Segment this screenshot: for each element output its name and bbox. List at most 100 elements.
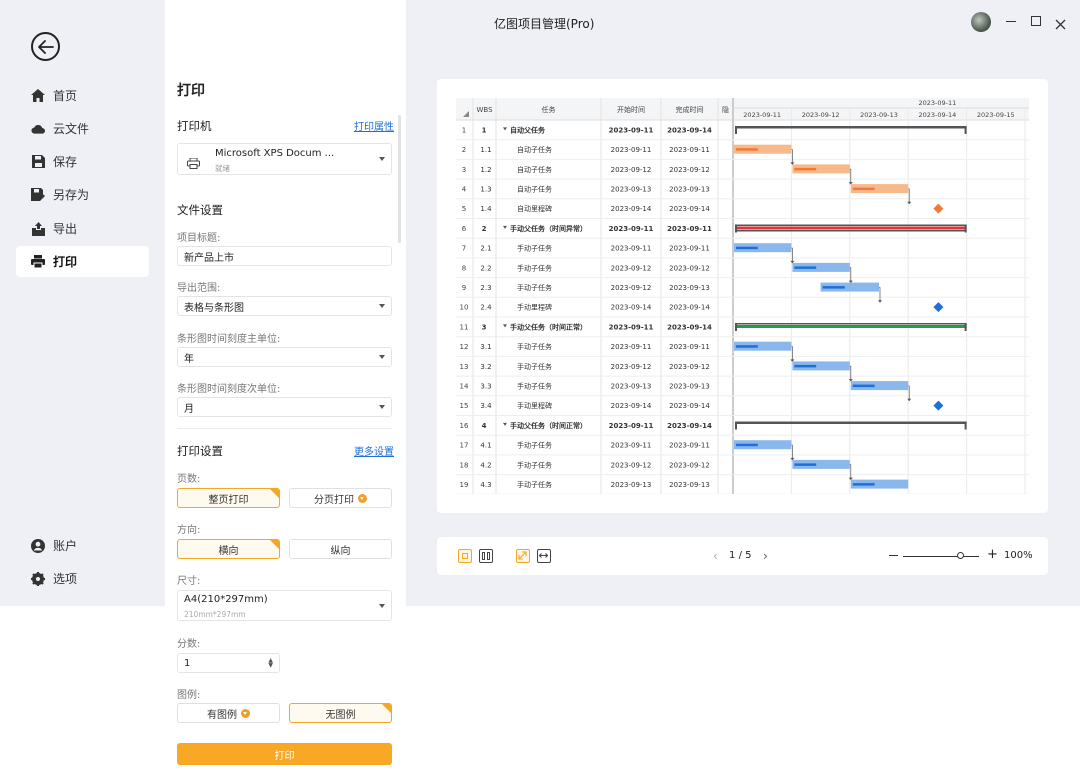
account-icon — [31, 538, 45, 553]
export-range-select[interactable]: 表格与条形图 — [177, 296, 392, 316]
print-button[interactable]: 打印 — [177, 743, 392, 765]
row-number: 16 — [460, 422, 469, 430]
dependency-connector — [879, 287, 881, 302]
minor-unit-select[interactable]: 月 — [177, 397, 392, 417]
row-wbs: 4.1 — [480, 442, 491, 450]
minimize-icon[interactable] — [1006, 21, 1016, 23]
full-page-print-option[interactable]: 整页打印 — [177, 488, 280, 508]
page-current: 1 — [729, 550, 736, 561]
page-separator: / — [738, 550, 742, 561]
row-start-date: 2023-09-13 — [611, 481, 652, 489]
nav-item-label: 另存为 — [53, 188, 90, 202]
row-wbs: 1.1 — [480, 146, 491, 154]
nav-item-label: 选项 — [53, 572, 78, 586]
row-number: 9 — [462, 284, 466, 292]
arrow-left-icon — [37, 39, 54, 54]
row-start-date: 2023-09-12 — [611, 264, 652, 272]
row-finish-date: 2023-09-14 — [667, 323, 712, 331]
row-finish-date: 2023-09-11 — [669, 146, 710, 154]
zoom-in-icon[interactable]: + — [987, 548, 998, 562]
page-indicator: 1 / 5 — [729, 550, 752, 561]
row-finish-date: 2023-09-12 — [669, 363, 710, 371]
print-settings-title: 打印设置 — [177, 444, 223, 458]
chevron-down-icon — [379, 157, 385, 161]
row-number: 14 — [460, 382, 469, 390]
avatar[interactable] — [971, 12, 991, 32]
portrait-option[interactable]: 纵向 — [289, 539, 392, 559]
multi-page-view-icon[interactable] — [479, 549, 493, 563]
stepper-arrows-icon[interactable]: ▲ ▼ — [268, 658, 273, 669]
summary-bar — [735, 226, 967, 230]
more-settings-link[interactable]: 更多设置 — [354, 443, 394, 458]
collapse-chevron-icon — [503, 127, 507, 131]
prev-page-icon[interactable]: ‹ — [713, 549, 718, 563]
print-settings-panel: 打印 打印机 打印属性 Microsoft XPS Docum ... 就绪 文… — [165, 0, 406, 784]
nav-item-label: 首页 — [53, 89, 78, 103]
zoom-slider-thumb[interactable] — [956, 552, 964, 559]
paper-size-value: A4(210*297mm) — [184, 594, 268, 605]
row-number: 4 — [462, 185, 467, 193]
zoom-slider[interactable] — [903, 555, 979, 557]
task-progress — [736, 345, 758, 348]
no-legend-option[interactable]: 无图例 — [289, 703, 392, 723]
maximize-icon[interactable] — [1031, 16, 1041, 26]
column-header: 任务 — [542, 105, 556, 114]
paged-print-option[interactable]: 分页打印 — [289, 488, 392, 508]
vip-badge-icon — [358, 493, 367, 503]
row-number: 10 — [460, 304, 469, 312]
nav-item-account[interactable]: 账户 — [16, 530, 149, 561]
task-progress — [794, 167, 817, 171]
row-wbs: 3.2 — [480, 363, 491, 371]
close-icon[interactable] — [1055, 15, 1066, 34]
paper-size-select[interactable]: A4(210*297mm) 210mm*297mm — [177, 590, 392, 621]
row-start-date: 2023-09-11 — [611, 442, 652, 450]
nav-item-export[interactable]: 导出 — [16, 213, 149, 244]
nav-item-home[interactable]: 首页 — [16, 80, 149, 111]
printer-properties-link[interactable]: 打印属性 — [354, 118, 394, 133]
landscape-option[interactable]: 横向 — [177, 539, 280, 559]
orientation-label: 方向: — [177, 525, 201, 536]
nav-item-cloud[interactable]: 云文件 — [16, 113, 149, 144]
row-finish-date: 2023-09-13 — [669, 481, 710, 489]
project-title-label: 项目标题: — [177, 233, 221, 244]
row-task-name: 手动子任务 — [517, 480, 552, 489]
row-task-name: 手动父任务（时间正常） — [510, 322, 587, 331]
nav-item-save[interactable]: 保存 — [16, 146, 149, 177]
nav-item-label: 云文件 — [53, 122, 90, 136]
task-progress — [736, 148, 758, 151]
row-wbs: 1.3 — [480, 185, 491, 193]
row-wbs: 2.4 — [480, 304, 492, 312]
nav-item-print[interactable]: 打印 — [16, 246, 149, 277]
task-progress — [736, 443, 758, 447]
project-title-input[interactable]: 新产品上市 — [177, 246, 392, 266]
panel-scrollbar[interactable] — [398, 115, 401, 243]
row-task-name: 自动子任务 — [517, 165, 552, 174]
fit-page-icon[interactable] — [516, 549, 530, 563]
row-task-name: 手动子任务 — [517, 263, 552, 272]
timeline-top-label: 2023-09-11 — [919, 99, 957, 107]
single-page-view-icon[interactable] — [458, 549, 472, 563]
next-page-icon[interactable]: › — [763, 549, 768, 563]
column-header: 完成时间 — [676, 105, 704, 114]
summary-bar-cap — [735, 421, 737, 430]
row-finish-date: 2023-09-11 — [667, 225, 712, 233]
zoom-out-icon[interactable] — [889, 555, 898, 557]
row-wbs: 4.3 — [480, 481, 491, 489]
row-task-name: 手动父任务（时间正常） — [510, 421, 587, 430]
row-start-date: 2023-09-11 — [611, 245, 652, 253]
nav-item-save-as[interactable]: 另存为 — [16, 179, 149, 210]
fit-width-icon[interactable] — [537, 549, 551, 563]
home-icon — [31, 89, 45, 103]
task-progress — [794, 463, 817, 466]
back-button[interactable] — [31, 32, 60, 61]
printer-section-title: 打印机 — [177, 119, 212, 133]
with-legend-option[interactable]: 有图例 — [177, 703, 280, 723]
printer-select[interactable]: Microsoft XPS Docum ... 就绪 — [177, 143, 392, 175]
row-number: 5 — [462, 205, 466, 213]
project-title-value: 新产品上市 — [184, 252, 234, 264]
major-unit-select[interactable]: 年 — [177, 347, 392, 367]
row-wbs: 1.4 — [480, 205, 492, 213]
nav-item-options[interactable]: 选项 — [16, 563, 149, 594]
copies-stepper[interactable]: 1 ▲ ▼ — [177, 653, 280, 673]
row-start-date: 2023-09-12 — [611, 166, 652, 174]
